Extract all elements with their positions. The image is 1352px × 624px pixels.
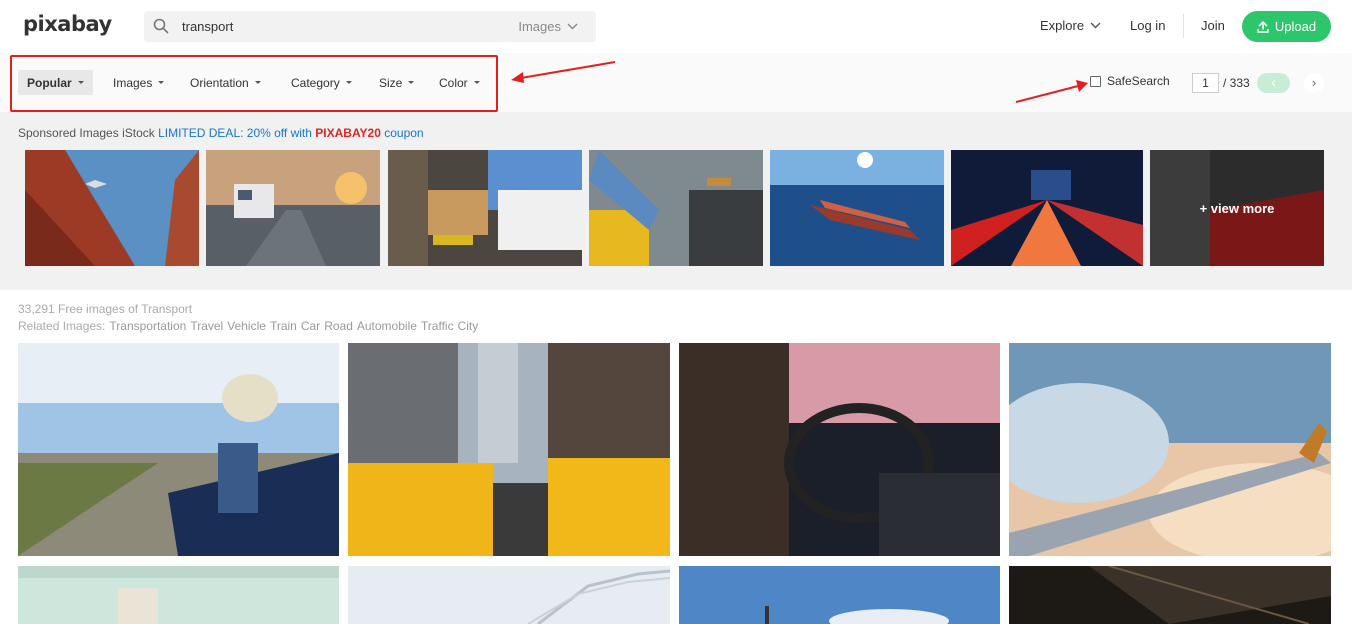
- driver-photo: [679, 343, 1000, 556]
- upload-button[interactable]: Upload: [1242, 11, 1331, 42]
- filter-popular[interactable]: Popular: [18, 70, 93, 95]
- view-more-tile[interactable]: + view more: [1150, 150, 1324, 266]
- filter-label: Category: [291, 75, 340, 90]
- filter-label: Images: [113, 75, 153, 90]
- results-count: 33,291 Free images of Transport: [18, 302, 193, 316]
- caret-down-icon: [254, 81, 261, 84]
- chevron-down-icon: [567, 23, 578, 30]
- caret-down-icon: [473, 81, 480, 84]
- chevron-down-icon: [1090, 22, 1101, 29]
- caret-down-icon: [77, 81, 84, 84]
- sponsored-prefix: Sponsored Images iStock: [18, 126, 155, 140]
- related-link[interactable]: Vehicle: [227, 319, 266, 333]
- explore-label: Explore: [1040, 18, 1085, 33]
- related-link[interactable]: Automobile: [357, 319, 417, 333]
- result-image[interactable]: [348, 343, 670, 556]
- truck-photo: [206, 150, 380, 266]
- filter-images[interactable]: Images: [113, 70, 165, 95]
- warehouse-photo: [388, 150, 582, 266]
- related-link[interactable]: Traffic: [421, 319, 454, 333]
- caret-down-icon: [158, 81, 165, 84]
- tunnel-photo: [1009, 566, 1331, 624]
- search-type-select[interactable]: Images: [518, 19, 578, 34]
- taxi-city-photo: [348, 343, 670, 556]
- sponsored-image[interactable]: [589, 150, 763, 266]
- result-image[interactable]: [1009, 343, 1331, 556]
- pixabay-logo[interactable]: pixabay: [23, 12, 112, 36]
- login-link[interactable]: Log in: [1130, 18, 1165, 33]
- upload-label: Upload: [1274, 19, 1317, 34]
- sponsored-image[interactable]: [388, 150, 582, 266]
- bridge-photo: [348, 566, 670, 624]
- safesearch-checkbox[interactable]: [1090, 75, 1101, 87]
- caret-down-icon: [345, 81, 352, 84]
- cargo-ship-photo: [770, 150, 944, 266]
- nav-divider: [1183, 14, 1184, 38]
- related-link[interactable]: Travel: [190, 319, 223, 333]
- deal-link[interactable]: LIMITED DEAL: 20% off with PIXABAY20 cou…: [158, 126, 424, 140]
- sponsored-image[interactable]: [206, 150, 380, 266]
- result-image[interactable]: [18, 566, 339, 624]
- sponsored-image[interactable]: [25, 150, 199, 266]
- deal-suffix: coupon: [384, 126, 424, 140]
- safesearch-label: SafeSearch: [1107, 74, 1170, 88]
- harbor-photo: [679, 566, 1000, 624]
- sponsored-image[interactable]: [951, 150, 1143, 266]
- caret-down-icon: [408, 81, 415, 84]
- safesearch-toggle[interactable]: SafeSearch: [1090, 74, 1170, 88]
- result-image[interactable]: [348, 566, 670, 624]
- search-type-label: Images: [518, 19, 561, 34]
- related-link[interactable]: Car: [301, 319, 320, 333]
- search-input[interactable]: transport: [182, 19, 233, 34]
- prev-page-button[interactable]: ‹: [1257, 73, 1290, 93]
- result-image[interactable]: [679, 566, 1000, 624]
- deal-text: LIMITED DEAL: 20% off with: [158, 126, 312, 140]
- turnstile-photo: [589, 150, 763, 266]
- sponsored-banner: Sponsored Images iStock LIMITED DEAL: 20…: [18, 126, 424, 140]
- sponsored-image[interactable]: [770, 150, 944, 266]
- filter-category[interactable]: Category: [291, 70, 352, 95]
- light-trails-photo: [951, 150, 1143, 266]
- related-images: Related Images: Transportation Travel Ve…: [18, 319, 478, 333]
- sponsored-section: Sponsored Images iStock LIMITED DEAL: 20…: [0, 112, 1352, 290]
- result-image[interactable]: [18, 343, 339, 556]
- coupon-code: PIXABAY20: [315, 126, 381, 140]
- result-image[interactable]: [679, 343, 1000, 556]
- related-link[interactable]: City: [458, 319, 479, 333]
- filter-label: Size: [379, 75, 403, 90]
- result-image[interactable]: [1009, 566, 1331, 624]
- search-bar[interactable]: transport Images: [144, 11, 596, 42]
- top-header: pixabay transport Images Explore Log in …: [0, 0, 1352, 52]
- page-total: / 333: [1223, 76, 1250, 90]
- related-link[interactable]: Train: [270, 319, 297, 333]
- upload-icon: [1257, 20, 1269, 33]
- containers-photo: [25, 150, 199, 266]
- search-icon: [153, 18, 169, 34]
- next-page-button[interactable]: ›: [1304, 73, 1324, 93]
- explore-menu[interactable]: Explore: [1040, 18, 1101, 33]
- filter-size[interactable]: Size: [379, 70, 415, 95]
- filter-color[interactable]: Color: [439, 70, 480, 95]
- related-label: Related Images:: [18, 319, 106, 333]
- airplane-wing-photo: [1009, 343, 1331, 556]
- related-link[interactable]: Transportation: [109, 319, 186, 333]
- page-number-input[interactable]: 1: [1192, 73, 1219, 93]
- filter-label: Orientation: [190, 75, 249, 90]
- related-link[interactable]: Road: [324, 319, 353, 333]
- view-more-label: + view more: [1199, 200, 1275, 216]
- filter-label: Popular: [27, 75, 72, 90]
- filter-orientation[interactable]: Orientation: [190, 70, 261, 95]
- car-hat-photo: [18, 343, 339, 556]
- filter-label: Color: [439, 75, 468, 90]
- join-link[interactable]: Join: [1201, 18, 1225, 33]
- bus-interior-photo: [18, 566, 339, 624]
